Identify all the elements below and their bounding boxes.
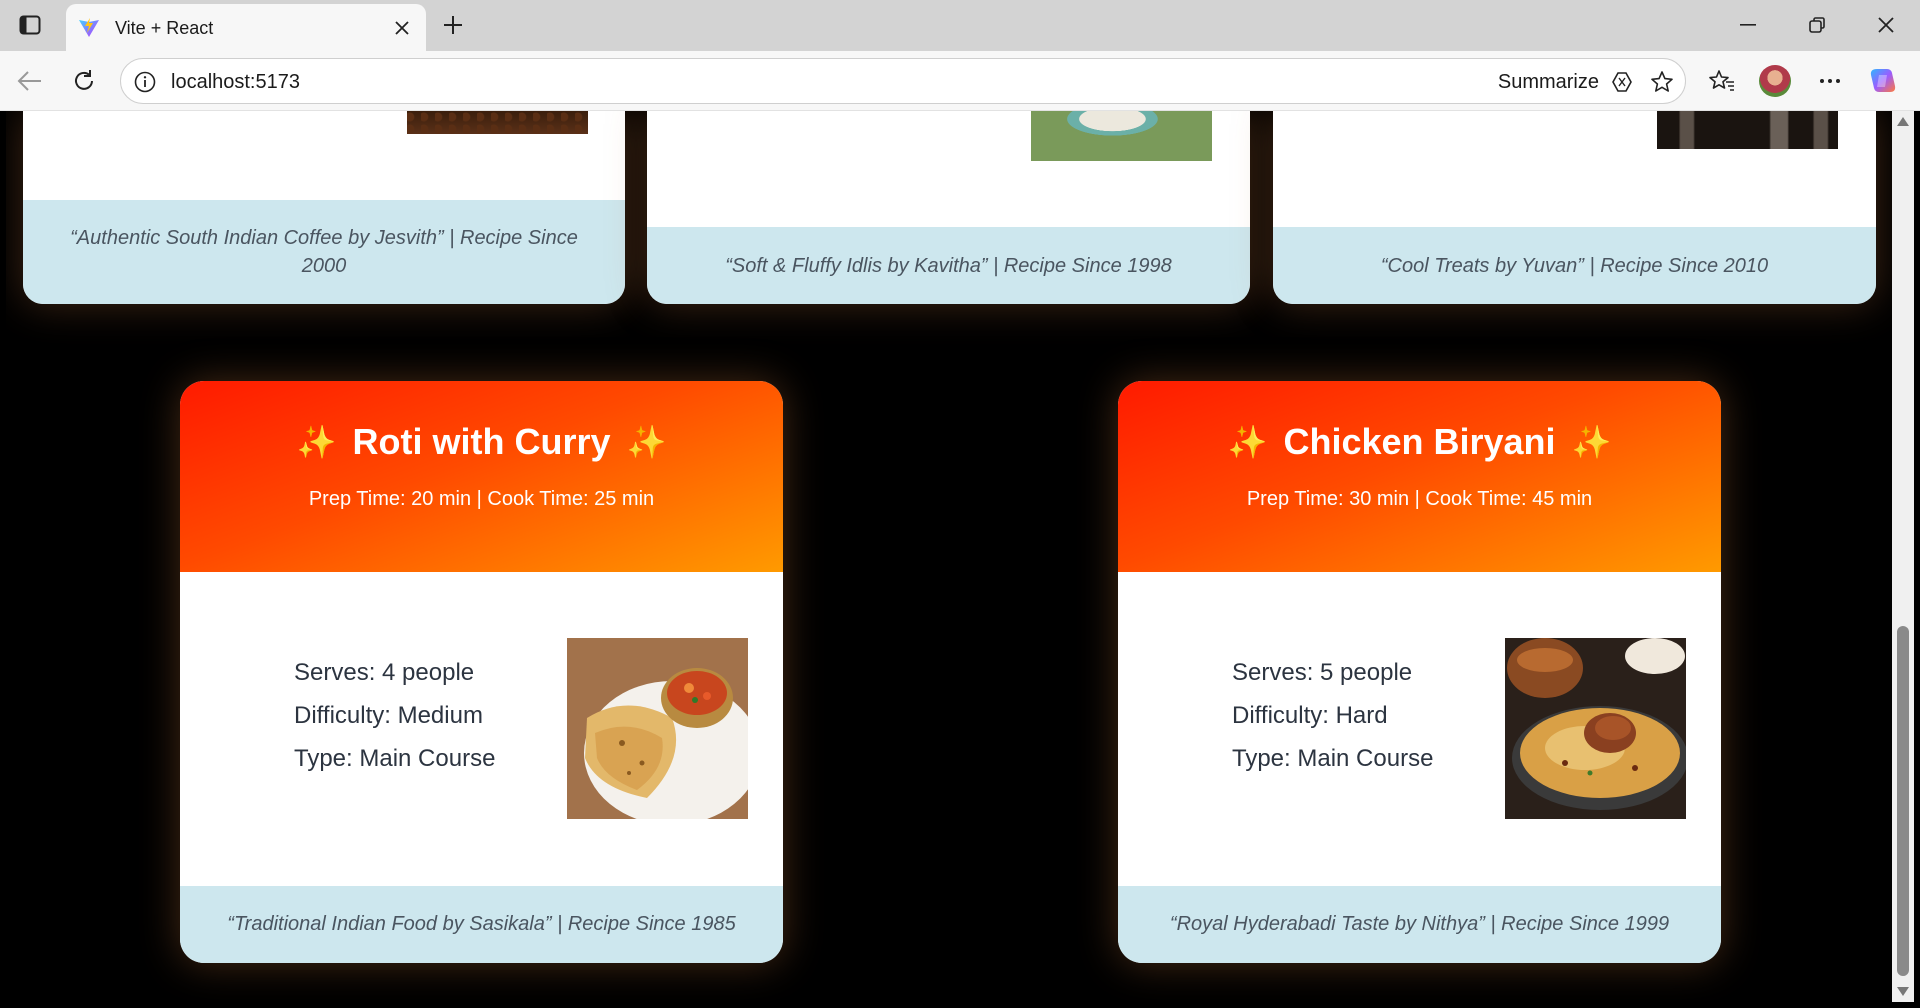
scroll-up-arrow-icon[interactable]: [1897, 117, 1909, 126]
recipe-times: Prep Time: 30 min | Cook Time: 45 min: [1246, 488, 1593, 510]
summarize-button[interactable]: Summarize: [1498, 71, 1599, 94]
recipe-type: Type: Main Course: [1232, 745, 1434, 772]
restore-icon[interactable]: [1797, 10, 1837, 40]
recipe-title-text: Roti with Curry: [352, 421, 611, 462]
vertical-scrollbar[interactable]: [1892, 111, 1914, 1002]
back-arrow-icon[interactable]: [14, 65, 46, 97]
recipe-info: Serves: 5 people Difficulty: Hard Type: …: [1232, 651, 1433, 780]
scrollbar-thumb[interactable]: [1897, 626, 1909, 976]
sparkle-icon: ✨: [626, 424, 667, 460]
idli-plate-image: [1031, 111, 1212, 161]
scroll-down-arrow-icon[interactable]: [1897, 987, 1909, 996]
recipe-title: ✨ Chicken Biryani ✨: [1118, 421, 1721, 463]
profile-avatar[interactable]: [1759, 65, 1791, 97]
recipe-header: ✨ Chicken Biryani ✨ Prep Time: 30 min | …: [1118, 381, 1721, 572]
recipe-info: Serves: 4 people Difficulty: Medium Type…: [294, 651, 495, 780]
recipe-serves: Serves: 4 people: [294, 659, 475, 686]
tab-title: Vite + React: [115, 18, 214, 38]
recipe-footer: “Authentic South Indian Coffee by Jesvit…: [23, 200, 625, 304]
tab-active[interactable]: Vite + React: [66, 4, 426, 51]
coffee-beans-image: [407, 111, 588, 134]
browser-toolbar: localhost:5173 Summarize: [0, 51, 1920, 111]
sparkle-icon: ✨: [296, 424, 337, 460]
recipe-serves: Serves: 5 people: [1232, 659, 1413, 686]
recipe-footer: “Soft & Fluffy Idlis by Kavitha” | Recip…: [647, 227, 1250, 304]
recipe-card-coffee[interactable]: “Authentic South Indian Coffee by Jesvit…: [23, 111, 625, 304]
sparkle-icon: ✨: [1227, 424, 1268, 460]
close-window-icon[interactable]: [1866, 10, 1906, 40]
recipe-card-idli[interactable]: “Soft & Fluffy Idlis by Kavitha” | Recip…: [647, 111, 1250, 304]
chicken-biryani-image: [1505, 638, 1686, 819]
url-text[interactable]: localhost:5173: [171, 71, 300, 94]
recipe-card-roti-curry[interactable]: ✨ Roti with Curry ✨ Prep Time: 20 min | …: [180, 381, 783, 963]
page-viewport: “Authentic South Indian Coffee by Jesvit…: [6, 111, 1892, 1002]
sparkle-icon: ✨: [1571, 424, 1612, 460]
recipe-difficulty: Difficulty: Medium: [294, 702, 483, 729]
cold-drinks-image: [1657, 111, 1838, 149]
roti-curry-image: [567, 638, 748, 819]
recipe-title: ✨ Roti with Curry ✨: [180, 421, 783, 463]
recipe-header: ✨ Roti with Curry ✨ Prep Time: 20 min | …: [180, 381, 783, 572]
copilot-icon[interactable]: [1867, 65, 1899, 97]
recipe-footer: “Royal Hyderabadi Taste by Nithya” | Rec…: [1118, 886, 1721, 963]
site-info-icon[interactable]: [133, 70, 157, 94]
recipe-card-cool-treats[interactable]: “Cool Treats by Yuvan” | Recipe Since 20…: [1273, 111, 1876, 304]
copilot-summarize-icon[interactable]: [1609, 69, 1635, 95]
recipe-difficulty: Difficulty: Hard: [1232, 702, 1388, 729]
more-options-icon[interactable]: [1814, 65, 1846, 97]
recipe-type: Type: Main Course: [294, 745, 496, 772]
new-tab-icon[interactable]: [438, 10, 468, 40]
favorites-icon[interactable]: [1706, 65, 1738, 97]
recipe-card-chicken-biryani[interactable]: ✨ Chicken Biryani ✨ Prep Time: 30 min | …: [1118, 381, 1721, 963]
favorite-star-icon[interactable]: [1649, 69, 1675, 95]
recipe-footer: “Cool Treats by Yuvan” | Recipe Since 20…: [1273, 227, 1876, 304]
refresh-icon[interactable]: [68, 65, 100, 97]
minimize-icon[interactable]: [1728, 10, 1768, 40]
tab-strip: Vite + React: [0, 0, 1920, 51]
address-bar[interactable]: localhost:5173 Summarize: [120, 58, 1686, 104]
vite-favicon-icon: [78, 17, 100, 39]
recipe-footer: “Traditional Indian Food by Sasikala” | …: [180, 886, 783, 963]
tab-actions-icon[interactable]: [14, 11, 46, 39]
close-tab-icon[interactable]: [390, 16, 414, 40]
recipe-title-text: Chicken Biryani: [1283, 421, 1556, 462]
recipe-times: Prep Time: 20 min | Cook Time: 25 min: [308, 488, 655, 510]
